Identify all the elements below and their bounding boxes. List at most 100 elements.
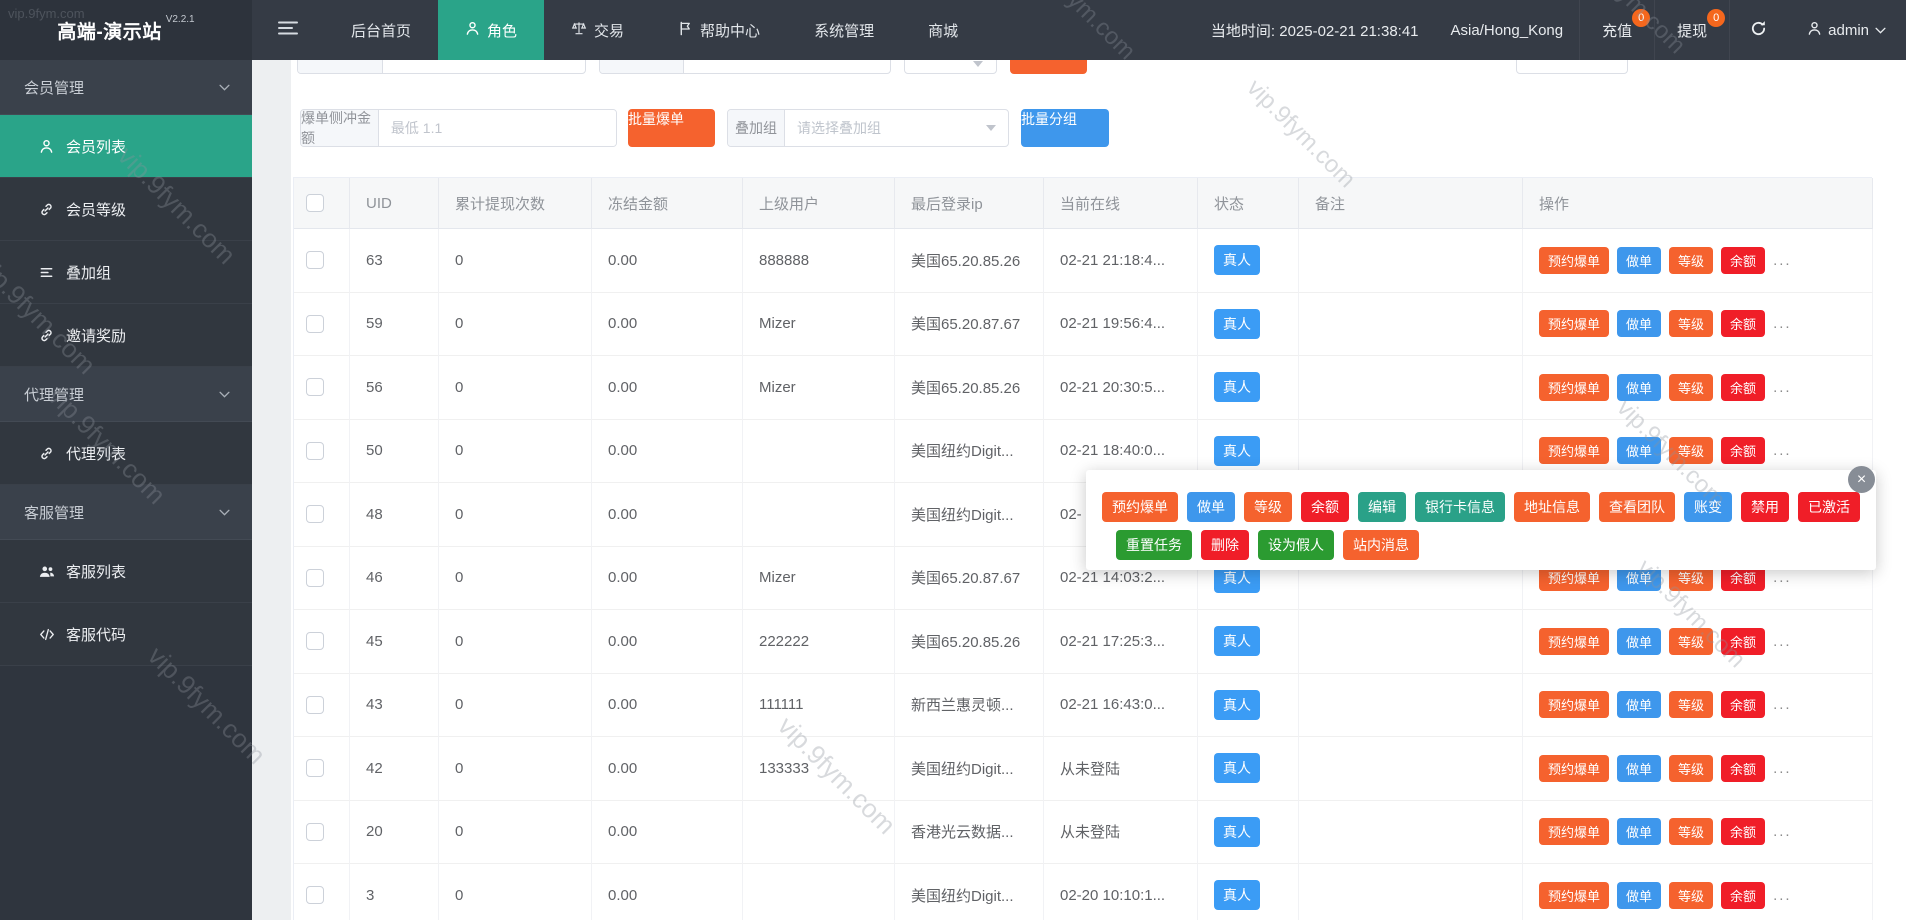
popup-close-button[interactable]: × bbox=[1848, 466, 1875, 493]
row-action-button-2[interactable]: 做单 bbox=[1617, 691, 1661, 718]
row-action-button-3[interactable]: 等级 bbox=[1669, 310, 1713, 337]
row-action-button-1[interactable]: 预约爆单 bbox=[1539, 628, 1609, 655]
sidebar-item-1-2[interactable]: 会员等级 bbox=[0, 178, 252, 241]
sidebar-item-3-2[interactable]: 客服代码 bbox=[0, 603, 252, 666]
row-action-button-1[interactable]: 预约爆单 bbox=[1539, 437, 1609, 464]
user-menu[interactable]: admin bbox=[1787, 0, 1906, 60]
row-checkbox[interactable] bbox=[306, 378, 324, 396]
more-actions-button[interactable]: ... bbox=[1773, 315, 1792, 332]
row-action-button-2[interactable]: 做单 bbox=[1617, 374, 1661, 401]
row-action-button-4[interactable]: 余额 bbox=[1721, 247, 1765, 274]
more-actions-button[interactable]: ... bbox=[1773, 696, 1792, 713]
more-actions-button[interactable]: ... bbox=[1773, 569, 1792, 586]
more-actions-button[interactable]: ... bbox=[1773, 760, 1792, 777]
row-checkbox[interactable] bbox=[306, 505, 324, 523]
refresh-button[interactable] bbox=[1729, 0, 1787, 60]
row-action-button-3[interactable]: 等级 bbox=[1669, 247, 1713, 274]
row-action-button-3[interactable]: 等级 bbox=[1669, 628, 1713, 655]
row-checkbox[interactable] bbox=[306, 759, 324, 777]
popup-button-4[interactable]: 余额 bbox=[1301, 492, 1349, 522]
more-actions-button[interactable]: ... bbox=[1773, 887, 1792, 904]
row-action-button-3[interactable]: 等级 bbox=[1669, 755, 1713, 782]
popup-button-8[interactable]: 查看团队 bbox=[1599, 492, 1675, 522]
status-badge[interactable]: 真人 bbox=[1214, 372, 1260, 402]
row-action-button-1[interactable]: 预约爆单 bbox=[1539, 818, 1609, 845]
popup-button-3[interactable]: 等级 bbox=[1244, 492, 1292, 522]
popup-button-11[interactable]: 已激活 bbox=[1798, 492, 1860, 522]
nav-item-2[interactable]: 角色 bbox=[438, 0, 544, 60]
more-actions-button[interactable]: ... bbox=[1773, 252, 1792, 269]
row-action-button-1[interactable]: 预约爆单 bbox=[1539, 691, 1609, 718]
row-checkbox[interactable] bbox=[306, 251, 324, 269]
row-action-button-4[interactable]: 余额 bbox=[1721, 628, 1765, 655]
popup-button-row2-3[interactable]: 设为假人 bbox=[1258, 530, 1334, 560]
nav-item-5[interactable]: 系统管理 bbox=[787, 0, 901, 60]
row-action-button-3[interactable]: 等级 bbox=[1669, 374, 1713, 401]
row-action-button-3[interactable]: 等级 bbox=[1669, 818, 1713, 845]
sidebar-toggle-button[interactable] bbox=[252, 0, 324, 60]
row-action-button-2[interactable]: 做单 bbox=[1617, 755, 1661, 782]
row-action-button-3[interactable]: 等级 bbox=[1669, 882, 1713, 909]
status-badge[interactable]: 真人 bbox=[1214, 245, 1260, 275]
sidebar-item-2-1[interactable]: 代理列表 bbox=[0, 422, 252, 485]
batch-burst-button[interactable]: 批量爆单 bbox=[628, 109, 715, 147]
row-checkbox[interactable] bbox=[306, 886, 324, 904]
popup-button-5[interactable]: 编辑 bbox=[1358, 492, 1406, 522]
sidebar-section-2[interactable]: 代理管理 bbox=[0, 367, 252, 422]
row-action-button-4[interactable]: 余额 bbox=[1721, 882, 1765, 909]
withdraw-button[interactable]: 提现 0 bbox=[1654, 0, 1729, 60]
row-action-button-3[interactable]: 等级 bbox=[1669, 437, 1713, 464]
status-badge[interactable]: 真人 bbox=[1214, 626, 1260, 656]
status-badge[interactable]: 真人 bbox=[1214, 753, 1260, 783]
row-action-button-2[interactable]: 做单 bbox=[1617, 882, 1661, 909]
popup-button-9[interactable]: 账变 bbox=[1684, 492, 1732, 522]
row-action-button-2[interactable]: 做单 bbox=[1617, 628, 1661, 655]
status-badge[interactable]: 真人 bbox=[1214, 690, 1260, 720]
row-checkbox[interactable] bbox=[306, 823, 324, 841]
row-checkbox[interactable] bbox=[306, 315, 324, 333]
row-action-button-4[interactable]: 余额 bbox=[1721, 437, 1765, 464]
row-checkbox[interactable] bbox=[306, 696, 324, 714]
nav-item-1[interactable]: 后台首页 bbox=[324, 0, 438, 60]
burst-amount-input[interactable] bbox=[379, 110, 616, 146]
nav-item-4[interactable]: 帮助中心 bbox=[651, 0, 787, 60]
status-badge[interactable]: 真人 bbox=[1214, 309, 1260, 339]
popup-button-row2-4[interactable]: 站内消息 bbox=[1343, 530, 1419, 560]
sidebar-item-1-3[interactable]: 叠加组 bbox=[0, 241, 252, 304]
overlay-group-select[interactable]: 请选择叠加组 bbox=[785, 110, 1008, 146]
row-action-button-4[interactable]: 余额 bbox=[1721, 310, 1765, 337]
row-action-button-1[interactable]: 预约爆单 bbox=[1539, 247, 1609, 274]
popup-button-row2-2[interactable]: 删除 bbox=[1201, 530, 1249, 560]
row-checkbox[interactable] bbox=[306, 632, 324, 650]
recharge-button[interactable]: 充值 0 bbox=[1579, 0, 1654, 60]
popup-button-row2-1[interactable]: 重置任务 bbox=[1116, 530, 1192, 560]
row-action-button-4[interactable]: 余额 bbox=[1721, 691, 1765, 718]
row-action-button-1[interactable]: 预约爆单 bbox=[1539, 310, 1609, 337]
more-actions-button[interactable]: ... bbox=[1773, 379, 1792, 396]
popup-button-6[interactable]: 银行卡信息 bbox=[1415, 492, 1505, 522]
nav-item-3[interactable]: 交易 bbox=[544, 0, 651, 60]
row-action-button-2[interactable]: 做单 bbox=[1617, 818, 1661, 845]
popup-button-2[interactable]: 做单 bbox=[1187, 492, 1235, 522]
sidebar-item-1-4[interactable]: 邀请奖励 bbox=[0, 304, 252, 367]
status-badge[interactable]: 真人 bbox=[1214, 817, 1260, 847]
more-actions-button[interactable]: ... bbox=[1773, 442, 1792, 459]
sidebar-item-3-1[interactable]: 客服列表 bbox=[0, 540, 252, 603]
select-all-checkbox[interactable] bbox=[306, 194, 324, 212]
row-checkbox[interactable] bbox=[306, 569, 324, 587]
popup-button-1[interactable]: 预约爆单 bbox=[1102, 492, 1178, 522]
row-action-button-4[interactable]: 余额 bbox=[1721, 374, 1765, 401]
sidebar-item-1-1[interactable]: 会员列表 bbox=[0, 115, 252, 178]
more-actions-button[interactable]: ... bbox=[1773, 633, 1792, 650]
row-action-button-2[interactable]: 做单 bbox=[1617, 247, 1661, 274]
row-action-button-2[interactable]: 做单 bbox=[1617, 437, 1661, 464]
nav-item-6[interactable]: 商城 bbox=[901, 0, 985, 60]
row-checkbox[interactable] bbox=[306, 442, 324, 460]
row-action-button-4[interactable]: 余额 bbox=[1721, 755, 1765, 782]
row-action-button-1[interactable]: 预约爆单 bbox=[1539, 755, 1609, 782]
row-action-button-4[interactable]: 余额 bbox=[1721, 818, 1765, 845]
popup-button-7[interactable]: 地址信息 bbox=[1514, 492, 1590, 522]
sidebar-section-1[interactable]: 会员管理 bbox=[0, 60, 252, 115]
sidebar-section-3[interactable]: 客服管理 bbox=[0, 485, 252, 540]
row-action-button-1[interactable]: 预约爆单 bbox=[1539, 374, 1609, 401]
